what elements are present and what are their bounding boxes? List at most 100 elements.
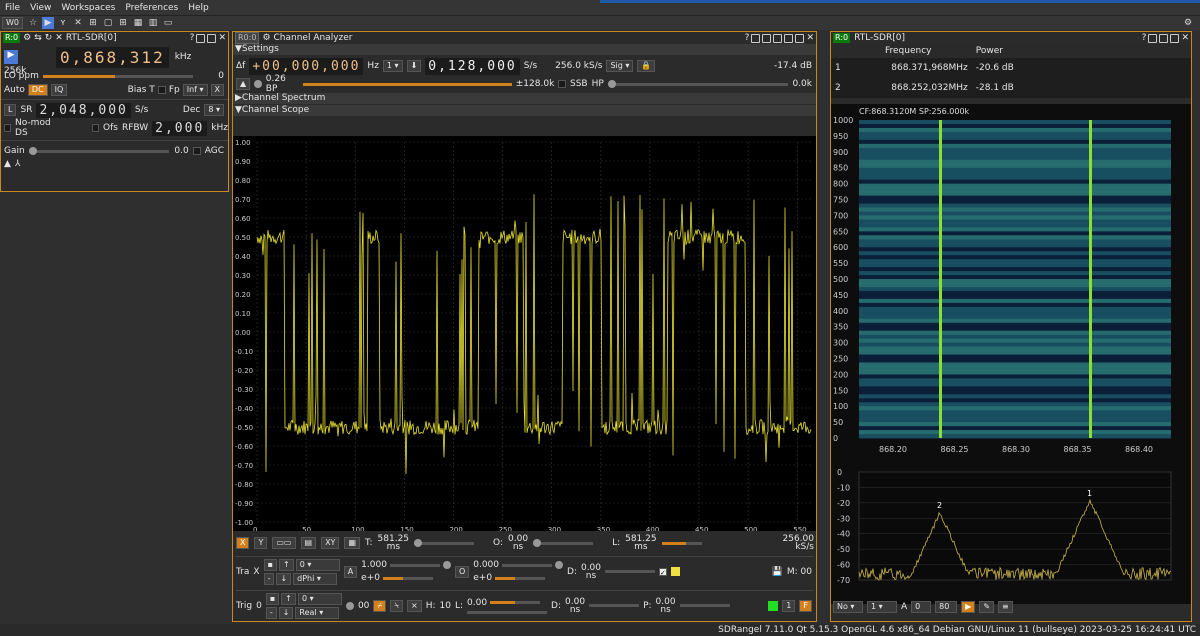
step-select[interactable]: 1 ▾: [382, 60, 403, 72]
sample-rate-display[interactable]: 2,048,000: [36, 102, 131, 118]
star-icon[interactable]: ☆: [27, 17, 39, 29]
channel-scope-section[interactable]: ▼Channel Scope: [233, 105, 816, 116]
decimation-select[interactable]: 8 ▾: [204, 104, 224, 116]
bias-t-checkbox[interactable]: [157, 86, 166, 94]
lock-icon[interactable]: 🔒: [637, 60, 656, 72]
amplitude-select[interactable]: 0: [911, 601, 932, 613]
reload-icon[interactable]: ↻: [45, 33, 53, 43]
both-edges-icon[interactable]: ⨯: [407, 599, 422, 612]
trigger-index-select[interactable]: 0 ▾: [297, 592, 342, 605]
bandpass-slider[interactable]: [302, 82, 512, 86]
one-shot-button[interactable]: 1: [782, 599, 796, 612]
no-mod-checkbox[interactable]: [4, 124, 12, 132]
l-button[interactable]: L: [4, 104, 17, 116]
maximize-icon[interactable]: [207, 33, 217, 43]
waterfall-and-spectrum-display[interactable]: CF:868.3120M SP:256.000k1000950900850800…: [831, 104, 1191, 604]
grid-icon[interactable]: ▦: [344, 537, 360, 549]
move-icon[interactable]: [1148, 33, 1158, 43]
amplitude-button[interactable]: A: [343, 565, 358, 578]
fp-select[interactable]: Inf ▾: [182, 84, 208, 96]
channel-rate-display[interactable]: 0,128,000: [425, 57, 520, 75]
xy-button[interactable]: XY: [321, 537, 340, 549]
close-icon[interactable]: ✕: [218, 33, 226, 43]
range-select[interactable]: 80: [935, 601, 958, 613]
grid-icon[interactable]: ⊞: [117, 17, 129, 29]
swap-icon[interactable]: ⇆: [34, 33, 42, 43]
tools-icon[interactable]: ✕: [72, 17, 84, 29]
shrink-icon[interactable]: [196, 33, 206, 43]
x-button[interactable]: X: [210, 84, 224, 96]
menu-workspaces[interactable]: Workspaces: [56, 0, 120, 16]
channel-spectrum-section[interactable]: ▶Channel Spectrum: [233, 93, 816, 104]
tools-icon[interactable]: ✕: [55, 33, 63, 43]
x-trace-button[interactable]: X: [236, 537, 250, 549]
triangle-icon[interactable]: ▲: [4, 159, 11, 169]
trigger-delay-slider[interactable]: [589, 604, 640, 607]
scope-display[interactable]: 1.00 0.90 0.80 0.70 0.60 0.50 0.40 0.30 0.20 0.10…: [233, 136, 816, 531]
gear-icon[interactable]: ⚙: [262, 33, 270, 43]
maximize-icon[interactable]: [784, 33, 794, 43]
frequency-display[interactable]: 0,868,312: [56, 46, 169, 68]
pre-trigger-slider[interactable]: [679, 604, 730, 607]
hide-icon[interactable]: [795, 33, 805, 43]
tile-icon[interactable]: ▦: [132, 17, 144, 29]
delay-slider[interactable]: [605, 570, 656, 573]
trace-projection-select[interactable]: dPhi ▾: [293, 572, 338, 585]
start-stop-button[interactable]: ▶: [4, 50, 18, 64]
add-icon[interactable]: ⊞: [87, 17, 99, 29]
maximize-icon[interactable]: [1170, 33, 1180, 43]
freerun-button[interactable]: F: [799, 599, 812, 612]
shrink-icon[interactable]: [773, 33, 783, 43]
lo-ppm-slider[interactable]: [42, 74, 193, 78]
layout-icon[interactable]: ▥: [147, 17, 159, 29]
trace-index-select[interactable]: 0 ▾: [295, 558, 340, 571]
falling-edge-icon[interactable]: ⍀: [390, 599, 404, 612]
down-arrow-button[interactable]: ⬇: [406, 60, 422, 72]
gear-icon[interactable]: ⚙: [23, 33, 31, 43]
stack-icon[interactable]: ▤: [300, 537, 317, 549]
trigger-mode-select[interactable]: Real ▾: [295, 606, 340, 619]
move-icon[interactable]: [751, 33, 761, 43]
close-icon[interactable]: ✕: [806, 33, 814, 43]
play-icon[interactable]: ▶: [42, 17, 54, 29]
play-icon[interactable]: ▶: [961, 601, 976, 613]
iq-button[interactable]: IQ: [50, 84, 68, 96]
tree-icon[interactable]: ⅄: [15, 159, 21, 169]
rising-edge-icon[interactable]: ⌿: [373, 599, 387, 612]
table-row[interactable]: 2 868.252,032MHz -28.1 dB: [831, 78, 1191, 98]
menu-help[interactable]: Help: [183, 0, 214, 16]
signal-select[interactable]: Sig ▾: [606, 60, 634, 72]
menu-file[interactable]: File: [0, 0, 25, 16]
workspace-button[interactable]: W0: [2, 17, 23, 29]
ruler-icon[interactable]: ✎: [979, 601, 995, 613]
triangle-button[interactable]: ▲: [236, 78, 251, 90]
agc-checkbox[interactable]: [192, 147, 201, 155]
y-trace-button[interactable]: Y: [254, 537, 268, 549]
menu-preferences[interactable]: Preferences: [120, 0, 183, 16]
duplicate-icon[interactable]: [762, 33, 772, 43]
offset-button[interactable]: O: [454, 565, 470, 578]
averaging-count-select[interactable]: 1 ▾: [867, 601, 897, 613]
menu-view[interactable]: View: [25, 0, 56, 16]
antenna-icon[interactable]: ʏ: [57, 17, 69, 29]
trace-color-swatch[interactable]: [671, 567, 681, 576]
gear-icon[interactable]: ⚙: [1182, 17, 1194, 29]
length-slider[interactable]: [661, 541, 702, 545]
frequency-shift-display[interactable]: +00,000,000: [249, 57, 364, 75]
settings-section[interactable]: ▼Settings: [233, 44, 816, 55]
help-icon[interactable]: ?: [745, 33, 750, 43]
rfbw-display[interactable]: 2,000: [152, 120, 208, 136]
trace-enable-checkbox[interactable]: ✓: [659, 567, 668, 577]
save-icon[interactable]: 💾: [772, 567, 783, 577]
panel-icon[interactable]: ▭: [162, 17, 174, 29]
trigger-knob[interactable]: [345, 601, 354, 610]
table-row[interactable]: 1 868.371,968MHz -20.6 dB: [831, 58, 1191, 78]
highpass-slider[interactable]: [607, 79, 789, 88]
xy-split-icon[interactable]: ▭▭: [272, 537, 296, 549]
window-icon[interactable]: ▢: [102, 17, 114, 29]
ssb-checkbox[interactable]: [558, 80, 566, 88]
gain-slider[interactable]: [28, 146, 169, 155]
averaging-mode-select[interactable]: No ▾: [833, 601, 863, 613]
help-icon[interactable]: ?: [190, 33, 195, 43]
offset-slider[interactable]: [533, 538, 594, 547]
